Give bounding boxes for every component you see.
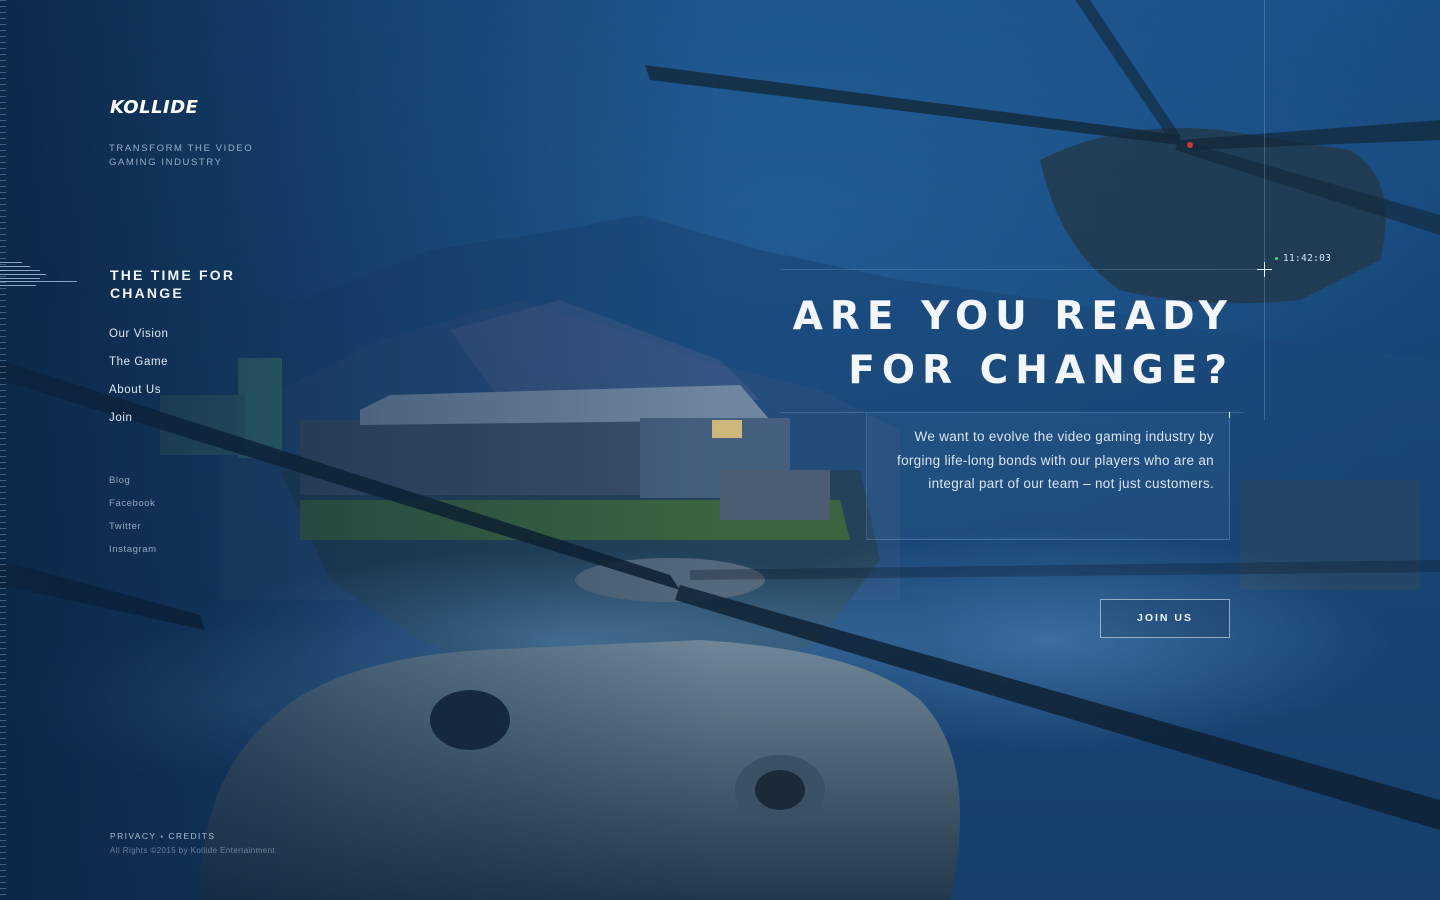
main-nav-item: About Us	[109, 380, 168, 408]
status-led-icon	[1275, 257, 1278, 260]
main-nav-item: Join	[109, 408, 168, 436]
hud-ruler	[0, 0, 6, 900]
headline-line-2: FOR CHANGE?	[848, 348, 1234, 393]
hero-headline: ARE YOU READY FOR CHANGE?	[714, 290, 1234, 398]
nav-link-our-vision[interactable]: Our Vision	[109, 328, 168, 340]
section-title: THE TIME FOR CHANGE	[110, 267, 236, 301]
social-link-instagram[interactable]: Instagram	[109, 544, 157, 555]
headline-line-1: ARE YOU READY	[792, 294, 1234, 339]
copyright-text: All Rights ©2015 by Kollide Entertainmen…	[110, 846, 276, 855]
main-nav-item: Our Vision	[109, 324, 168, 352]
credits-link[interactable]: CREDITS	[168, 831, 215, 841]
footer-links: PRIVACY • CREDITS	[110, 831, 215, 841]
social-link-facebook[interactable]: Facebook	[109, 498, 156, 509]
nav-link-about-us[interactable]: About Us	[109, 384, 161, 396]
privacy-link[interactable]: PRIVACY	[110, 831, 157, 841]
logo[interactable]: KOLLIDE	[110, 96, 234, 118]
hud-vertical-line	[1264, 0, 1265, 420]
hud-clock: 11:42:03	[1275, 253, 1331, 264]
social-link-blog[interactable]: Blog	[109, 475, 130, 486]
footer-separator: •	[160, 834, 165, 841]
social-nav-item: Blog	[109, 470, 157, 493]
main-nav: Our Vision The Game About Us Join	[109, 324, 168, 436]
clock-time: 11:42:03	[1283, 253, 1332, 264]
nav-link-the-game[interactable]: The Game	[109, 356, 168, 368]
social-link-twitter[interactable]: Twitter	[109, 521, 141, 532]
main-nav-item: The Game	[109, 352, 168, 380]
crosshair-icon	[1257, 262, 1272, 277]
social-nav-item: Facebook	[109, 493, 157, 516]
kollide-logo-icon: KOLLIDE	[110, 97, 199, 118]
tagline: TRANSFORM THE VIDEO GAMING INDUSTRY	[109, 143, 254, 168]
svg-text:KOLLIDE: KOLLIDE	[110, 97, 199, 118]
social-nav: Blog Facebook Twitter Instagram	[109, 470, 157, 562]
social-nav-item: Instagram	[109, 539, 157, 562]
social-nav-item: Twitter	[109, 516, 157, 539]
hud-horizontal-line	[780, 269, 1264, 270]
hud-indicator-lines	[0, 260, 80, 290]
panel-corner-tick	[1226, 412, 1230, 418]
join-us-button[interactable]: JOIN US	[1100, 599, 1230, 638]
nav-link-join[interactable]: Join	[109, 412, 133, 424]
hero-description: We want to evolve the video gaming indus…	[897, 429, 1214, 491]
